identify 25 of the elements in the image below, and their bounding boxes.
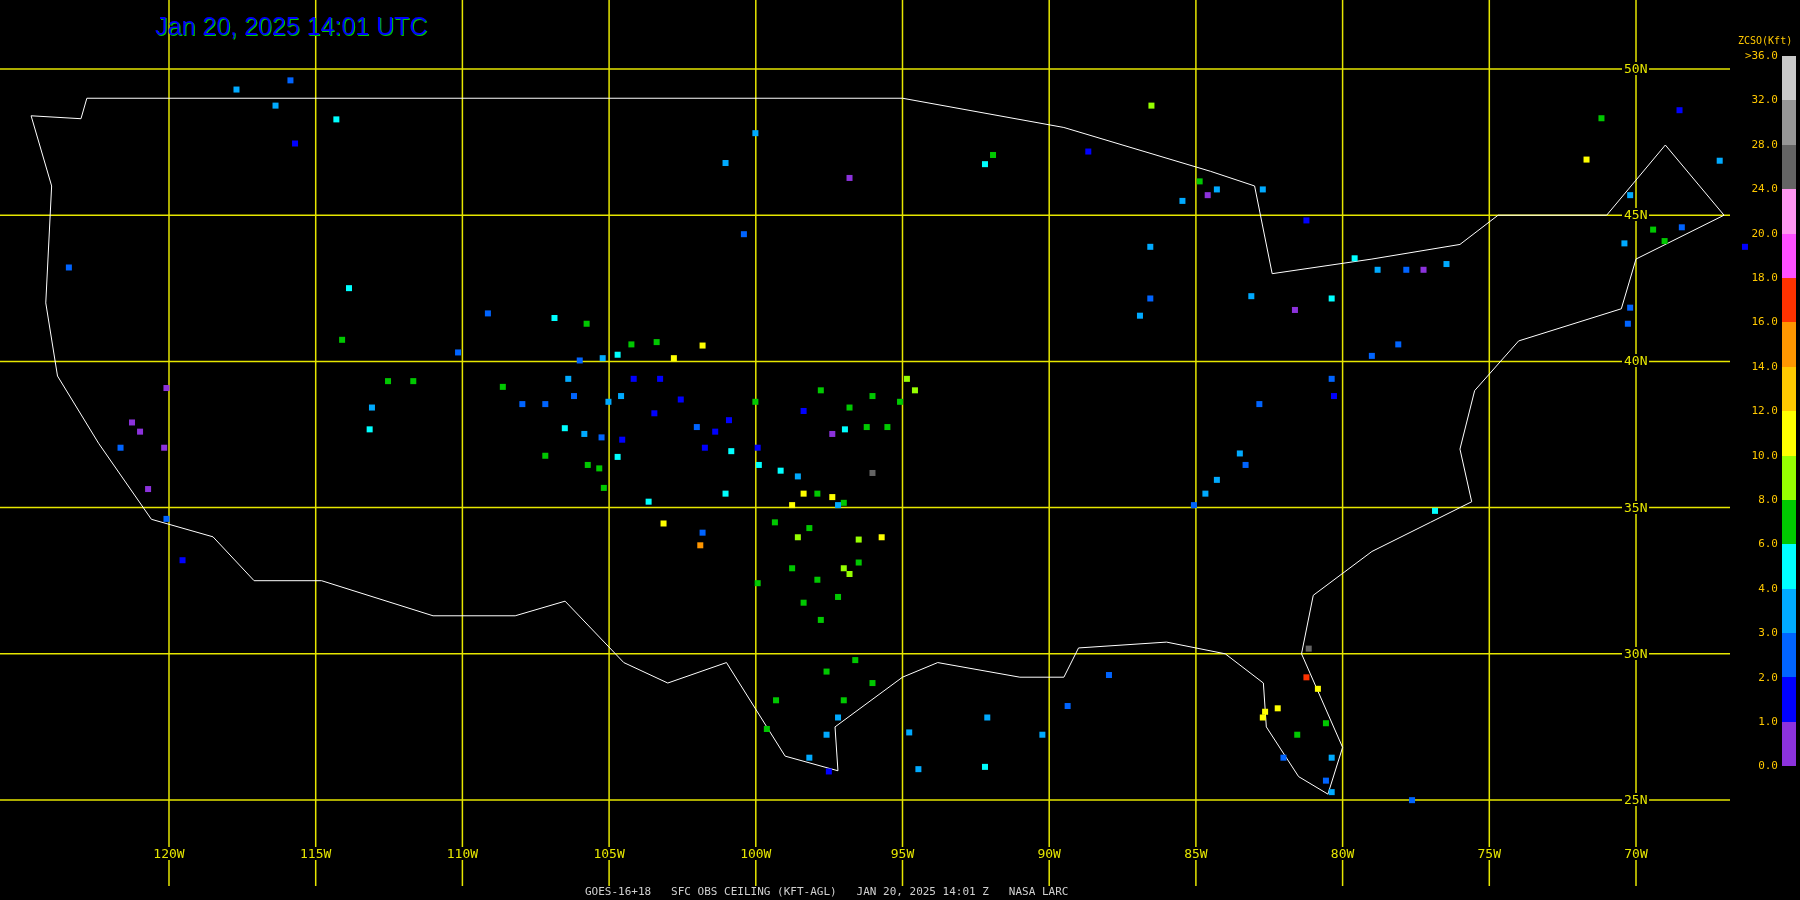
colorbar-tick-label: 24.0 bbox=[1750, 183, 1778, 195]
colorbar-tick-label: 28.0 bbox=[1750, 138, 1778, 150]
colorbar-tick-label: 4.0 bbox=[1757, 582, 1778, 594]
colorbar-tick-label: 8.0 bbox=[1757, 494, 1778, 505]
colorbar-tick-label: 10.0 bbox=[1750, 449, 1778, 461]
latitude-label: 40N bbox=[1622, 354, 1650, 368]
colorbar-tick-label: >36.0 bbox=[1743, 50, 1778, 61]
latitude-label: 30N bbox=[1622, 646, 1650, 660]
colorbar-tick-label: 3.0 bbox=[1757, 627, 1778, 639]
colorbar-tick-label: 6.0 bbox=[1757, 538, 1778, 550]
colorbar-tick-label: 16.0 bbox=[1750, 316, 1778, 328]
colorbar-tick-label: 20.0 bbox=[1750, 227, 1778, 239]
colorbar-tick-label: 12.0 bbox=[1750, 405, 1778, 417]
latitude-label: 50N bbox=[1622, 62, 1650, 75]
colorbar-title: ZCSO(Kft) bbox=[1738, 36, 1793, 46]
latitude-label: 45N bbox=[1622, 208, 1650, 222]
colorbar-tick-label: 14.0 bbox=[1750, 360, 1778, 372]
caption: GOES-16+18 SFC OBS CEILING (KFT-AGL) JAN 20, 2025 14:01 Z NASA LARC bbox=[585, 886, 1069, 897]
latitude-label: 25N bbox=[1622, 793, 1650, 806]
colorbar-tick-label: 1.0 bbox=[1757, 716, 1778, 727]
colorbar-tick-label: 2.0 bbox=[1757, 671, 1778, 683]
latitude-label: 35N bbox=[1622, 500, 1650, 514]
colorbar-tick-label: 0.0 bbox=[1757, 760, 1778, 772]
colorbar-tick-label: 18.0 bbox=[1750, 272, 1778, 283]
colorbar-tick-label: 32.0 bbox=[1750, 94, 1778, 106]
